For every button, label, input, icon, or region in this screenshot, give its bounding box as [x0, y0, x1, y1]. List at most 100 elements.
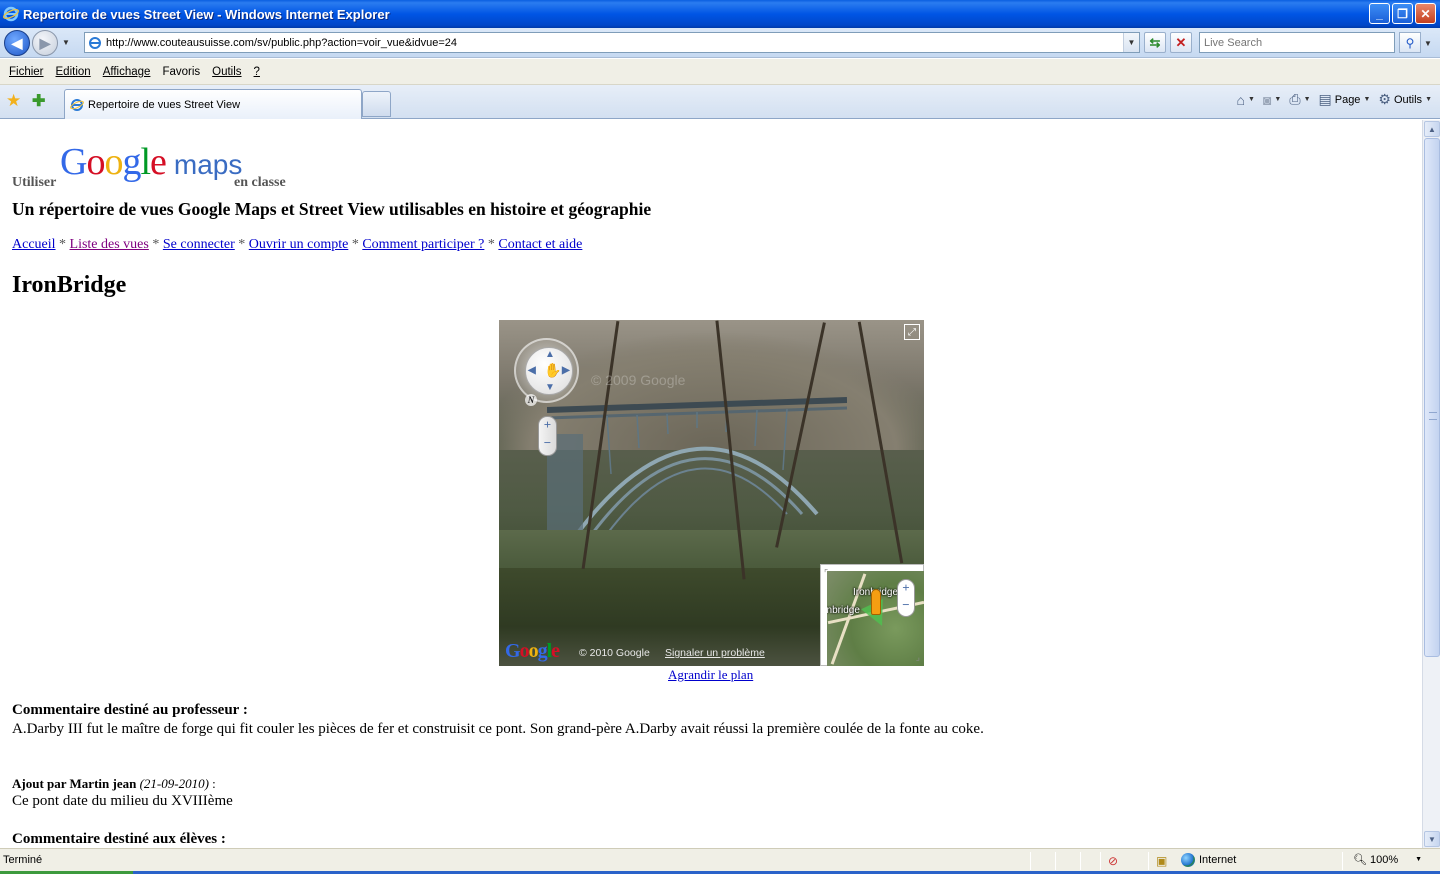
- page-menu-label: Page: [1334, 93, 1361, 106]
- pan-control-center[interactable]: ▲ ▼ ◀ ▶ ✋: [525, 347, 573, 395]
- security-zone-label: Internet: [1199, 854, 1237, 866]
- feeds-button[interactable]: ◙ ▼: [1263, 92, 1281, 108]
- google-letter: o: [519, 640, 530, 662]
- zoom-level[interactable]: 🔍︎ 100% ▼: [1353, 853, 1422, 867]
- address-toolbar: ◀ ▶ ▼ ▼ ⇆ ✕ ⚲ ▼: [0, 28, 1440, 58]
- address-dropdown[interactable]: ▼: [1123, 33, 1139, 52]
- refresh-button[interactable]: ⇆: [1144, 32, 1166, 53]
- home-icon: ⌂: [1236, 91, 1246, 108]
- addition-date: (21-09-2010): [139, 776, 209, 791]
- scroll-down-icon[interactable]: ▼: [1424, 831, 1440, 847]
- menu-label: Affichage: [102, 65, 151, 78]
- menu-help[interactable]: ?: [248, 66, 266, 78]
- fullscreen-icon[interactable]: ⤢: [904, 324, 920, 340]
- menu-label: Edition: [55, 65, 91, 78]
- tab-active[interactable]: Repertoire de vues Street View: [64, 89, 362, 119]
- menu-label: Favoris: [162, 65, 201, 78]
- page-icon: [89, 36, 101, 49]
- globe-icon: [1181, 853, 1195, 867]
- logo-text-right: en classe: [234, 175, 286, 190]
- scroll-up-icon[interactable]: ▲: [1424, 121, 1440, 137]
- minimap[interactable]: ⌜ Ironbridge onbridge + − ⌟: [820, 564, 924, 666]
- report-problem-link[interactable]: Signaler un problème: [665, 647, 765, 659]
- resize-corner-icon[interactable]: ⌟: [916, 652, 920, 663]
- nav-link-se-connecter[interactable]: Se connecter: [163, 237, 235, 252]
- google-maps-logo: Google maps: [60, 140, 242, 184]
- internet-explorer-icon: [70, 98, 84, 111]
- recent-pages-dropdown[interactable]: ▼: [62, 38, 70, 47]
- maximize-button[interactable]: ❐: [1392, 3, 1413, 24]
- protected-mode-icon[interactable]: ▣: [1156, 854, 1167, 868]
- zoom-in-icon[interactable]: +: [898, 580, 914, 596]
- chevron-down-icon[interactable]: ▼: [1274, 96, 1281, 103]
- security-zone[interactable]: Internet: [1181, 853, 1236, 867]
- pan-left-icon[interactable]: ◀: [528, 365, 536, 376]
- nav-link-accueil[interactable]: Accueil: [12, 237, 56, 252]
- search-button[interactable]: ⚲: [1399, 32, 1421, 53]
- url-input[interactable]: [106, 36, 1123, 49]
- zoom-in-icon[interactable]: +: [539, 417, 556, 433]
- chevron-down-icon[interactable]: ▼: [1248, 96, 1255, 103]
- nav-link-ouvrir-un-compte[interactable]: Ouvrir un compte: [249, 237, 349, 252]
- back-button[interactable]: ◀: [4, 30, 30, 56]
- status-divider: [1080, 852, 1081, 870]
- pan-up-icon[interactable]: ▲: [545, 349, 555, 360]
- google-letter: o: [528, 640, 539, 662]
- printer-icon: ⎙: [1289, 91, 1301, 107]
- google-logo: Google: [505, 640, 560, 663]
- pan-down-icon[interactable]: ▼: [545, 382, 555, 393]
- scroll-thumb[interactable]: [1424, 138, 1440, 657]
- vertical-scrollbar[interactable]: ▲ ▼: [1422, 120, 1440, 848]
- print-button[interactable]: ⎙ ▼: [1289, 91, 1310, 108]
- menu-edition[interactable]: Edition: [50, 66, 97, 78]
- streetview-panorama[interactable]: © 2009 Google ▲ ▼ ◀ ▶ ✋ N + − ⤢ ⌜ Ironbr…: [499, 320, 924, 666]
- window-title: Repertoire de vues Street View - Windows…: [23, 6, 390, 22]
- stop-button[interactable]: ✕: [1170, 32, 1192, 53]
- scroll-grip: [1429, 412, 1437, 420]
- popup-blocked-icon[interactable]: ⊘: [1108, 854, 1118, 868]
- home-button[interactable]: ⌂ ▼: [1237, 92, 1255, 108]
- stop-icon: ✕: [1175, 34, 1187, 50]
- pan-control[interactable]: ▲ ▼ ◀ ▶ ✋: [514, 338, 579, 403]
- search-input[interactable]: [1200, 33, 1394, 52]
- menu-fichier[interactable]: Fichier: [3, 66, 50, 78]
- tools-menu-button[interactable]: ⚙ Outils ▼: [1378, 91, 1432, 108]
- chevron-down-icon[interactable]: ▼: [1415, 856, 1422, 863]
- search-icon: ⚲: [1405, 35, 1415, 50]
- zoom-out-icon[interactable]: −: [539, 435, 556, 451]
- gear-icon: ⚙: [1378, 91, 1391, 107]
- search-options-dropdown[interactable]: ▼: [1424, 39, 1432, 48]
- google-letter: g: [122, 141, 141, 183]
- addition-colon: :: [208, 776, 216, 791]
- tab-title: Repertoire de vues Street View: [88, 98, 241, 111]
- status-text: Terminé: [3, 854, 43, 866]
- zoom-out-icon[interactable]: −: [898, 597, 914, 613]
- minimap-label: onbridge: [827, 605, 860, 616]
- panorama-zoom-control: + −: [538, 416, 557, 456]
- pan-right-icon[interactable]: ▶: [562, 365, 570, 376]
- forward-button[interactable]: ▶: [32, 30, 58, 56]
- menu-label: Outils: [212, 65, 242, 78]
- google-letter: o: [86, 141, 105, 183]
- menu-affichage[interactable]: Affichage: [97, 66, 157, 78]
- close-button[interactable]: ✕: [1415, 3, 1436, 24]
- nav-link-comment-participer[interactable]: Comment participer ?: [362, 237, 484, 252]
- north-indicator: N: [525, 394, 537, 406]
- addition-text: Ce pont date du milieu du XVIIIème: [12, 793, 233, 809]
- enlarge-map-link[interactable]: Agrandir le plan: [668, 667, 753, 683]
- nav-link-liste-des-vues[interactable]: Liste des vues: [70, 237, 149, 252]
- new-tab-button[interactable]: [362, 91, 391, 117]
- google-letter: g: [537, 640, 548, 662]
- menu-outils[interactable]: Outils: [206, 66, 247, 78]
- minimize-button[interactable]: _: [1369, 3, 1390, 24]
- add-favorite-icon[interactable]: ✚: [32, 91, 45, 111]
- favorites-star-icon[interactable]: ★: [6, 91, 21, 111]
- tab-bar: ★ ✚ Repertoire de vues Street View ⌂ ▼ ◙ ▼…: [0, 85, 1440, 119]
- google-letter: o: [104, 141, 123, 183]
- chevron-down-icon[interactable]: ▼: [1304, 96, 1311, 103]
- page-menu-button[interactable]: ▤ Page ▼: [1319, 91, 1371, 108]
- pegman-icon[interactable]: [871, 589, 881, 615]
- menu-favoris[interactable]: Favoris: [156, 66, 206, 78]
- nav-link-contact-et-aide[interactable]: Contact et aide: [498, 237, 582, 252]
- minimap-satellite[interactable]: Ironbridge onbridge + −: [827, 571, 924, 666]
